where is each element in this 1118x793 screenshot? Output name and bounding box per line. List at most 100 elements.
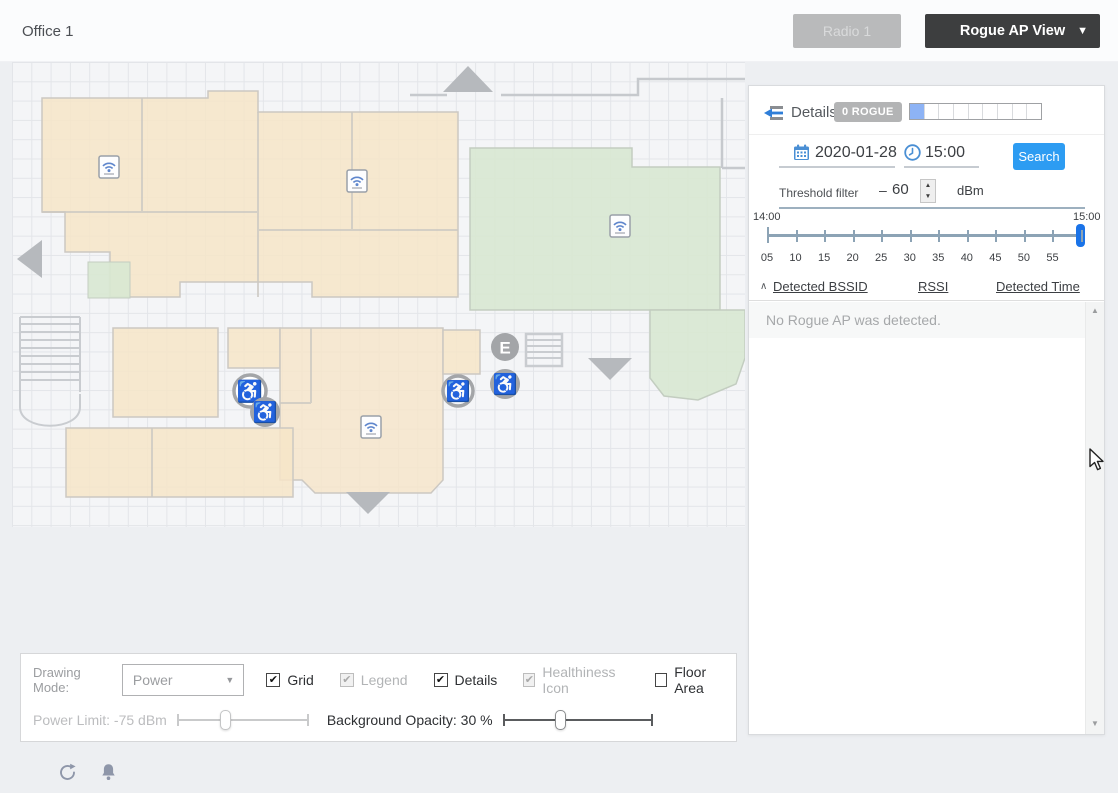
checkbox-box[interactable]: ✔ (266, 673, 280, 687)
date-underline (779, 166, 895, 168)
progress-segment (983, 104, 998, 119)
timeline-tick (824, 230, 826, 242)
column-detected-time[interactable]: Detected Time (996, 279, 1080, 294)
threshold-value-input[interactable]: 60 (892, 181, 909, 198)
scroll-up-icon[interactable]: ▲ (1086, 306, 1104, 315)
drawing-mode-value: Power (133, 672, 173, 688)
select-caret-icon: ▼ (225, 675, 234, 685)
svg-text:♿: ♿ (493, 372, 518, 396)
notifications-button[interactable] (100, 763, 117, 785)
checkbox-legend: ✔ Legend (340, 672, 408, 688)
scrollbar[interactable]: ▲ ▼ (1085, 302, 1104, 734)
slider-tick (177, 714, 179, 726)
wifi-ap-icon-1[interactable] (99, 156, 119, 178)
background-opacity-slider[interactable] (503, 709, 653, 731)
timeline-tick (938, 230, 940, 242)
checkbox-box: ✔ (523, 673, 535, 687)
svg-text:♿: ♿ (446, 379, 471, 403)
search-button[interactable]: Search (1013, 143, 1065, 170)
down-arrow-icon (588, 358, 632, 380)
details-title: Details (791, 104, 837, 121)
timeline-tick (767, 227, 769, 243)
stepper-up-icon[interactable]: ▲ (921, 180, 935, 191)
refresh-icon (58, 770, 77, 785)
collapse-panel-icon[interactable] (763, 105, 785, 126)
radio-button[interactable]: Radio 1 (793, 14, 901, 48)
slider-tick (503, 714, 505, 726)
progress-segment (969, 104, 984, 119)
slider-tick (651, 714, 653, 726)
threshold-underline (779, 207, 1085, 209)
slider-tick (307, 714, 309, 726)
power-limit-handle[interactable] (220, 710, 231, 730)
view-dropdown-label: Rogue AP View (960, 23, 1065, 39)
chevron-down-icon: ▼ (1077, 25, 1088, 37)
floor-plan-drawing: ♿ ♿ ♿ ♿ E (12, 62, 745, 527)
wheelchair-icon-filled: ♿ (250, 397, 280, 427)
up-arrow-icon (443, 66, 493, 92)
timeline-tick (910, 230, 912, 242)
sort-caret-icon: ∧ (760, 281, 767, 292)
threshold-dash: – (879, 182, 887, 198)
drawing-mode-label: Drawing Mode: (33, 665, 115, 695)
stepper-down-icon[interactable]: ▼ (921, 191, 935, 202)
timeline-tick-label: 55 (1046, 252, 1058, 264)
checkbox-floor-area[interactable]: Floor Area (655, 664, 728, 696)
threshold-stepper[interactable]: ▲ ▼ (920, 179, 936, 203)
progress-segment (998, 104, 1013, 119)
power-limit-label: Power Limit: -75 dBm (33, 712, 167, 728)
wifi-ap-icon-2[interactable] (347, 170, 367, 192)
slider-track (503, 719, 653, 721)
clock-icon (904, 144, 921, 166)
floor-map-canvas[interactable]: ♿ ♿ ♿ ♿ E (12, 62, 745, 527)
timeline-tick (995, 230, 997, 242)
timeline-tick-label: 40 (961, 252, 973, 264)
checkbox-healthiness-icon: ✔ Healthiness Icon (523, 664, 629, 696)
calendar-icon (793, 144, 810, 166)
checkbox-label: Floor Area (674, 664, 728, 696)
refresh-button[interactable] (58, 763, 77, 785)
bell-icon (100, 770, 117, 785)
wifi-ap-icon-3[interactable] (610, 215, 630, 237)
checkbox-grid[interactable]: ✔Grid (266, 672, 313, 688)
timeline-tick-label: 30 (904, 252, 916, 264)
scroll-down-icon[interactable]: ▼ (1086, 719, 1104, 728)
checkbox-box: ✔ (340, 673, 354, 687)
threshold-label: Threshold filter (779, 186, 858, 200)
progress-segment (1027, 104, 1041, 119)
column-detected-bssid[interactable]: Detected BSSID (773, 279, 868, 294)
progress-segment (925, 104, 940, 119)
timeline-tick (796, 230, 798, 242)
timeline-tick-label: 50 (1018, 252, 1030, 264)
progress-segment (954, 104, 969, 119)
timeline-tick (1081, 230, 1083, 242)
timeline-tick (1052, 230, 1054, 242)
background-opacity-handle[interactable] (555, 710, 566, 730)
timeline-track (767, 234, 1081, 237)
timeline-tick-label: 35 (932, 252, 944, 264)
checkbox-box[interactable] (655, 673, 667, 687)
checkbox-label: Healthiness Icon (542, 664, 629, 696)
rogue-count-badge: 0 ROGUE (834, 102, 902, 122)
drawing-mode-select[interactable]: Power ▼ (122, 664, 244, 696)
checkbox-label: Legend (361, 672, 408, 688)
wheelchair-icon-2: ♿ (443, 376, 473, 406)
date-input[interactable]: 2020-01-28 (815, 144, 897, 162)
column-rssi[interactable]: RSSI (918, 279, 948, 294)
timeline-tick-label: 20 (847, 252, 859, 264)
details-panel: Details 0 ROGUE 2020-01-28 15:00 Search … (748, 85, 1105, 735)
timeline-slider[interactable]: 0510152025303540455055 (767, 222, 1081, 270)
svg-text:E: E (499, 339, 510, 358)
wifi-ap-icon-4[interactable] (361, 416, 381, 438)
checkbox-box[interactable]: ✔ (434, 673, 448, 687)
green-area-small (88, 262, 130, 298)
progress-segment (939, 104, 954, 119)
stairs-right (526, 334, 562, 366)
view-dropdown-button[interactable]: Rogue AP View ▼ (925, 14, 1100, 48)
checkbox-details[interactable]: ✔Details (434, 672, 498, 688)
slider-track (177, 719, 309, 721)
left-arrow-icon (17, 240, 42, 278)
power-limit-slider[interactable] (177, 709, 309, 731)
wheelchair-icon-filled-2: ♿ (490, 369, 520, 399)
time-input[interactable]: 15:00 (925, 144, 965, 162)
